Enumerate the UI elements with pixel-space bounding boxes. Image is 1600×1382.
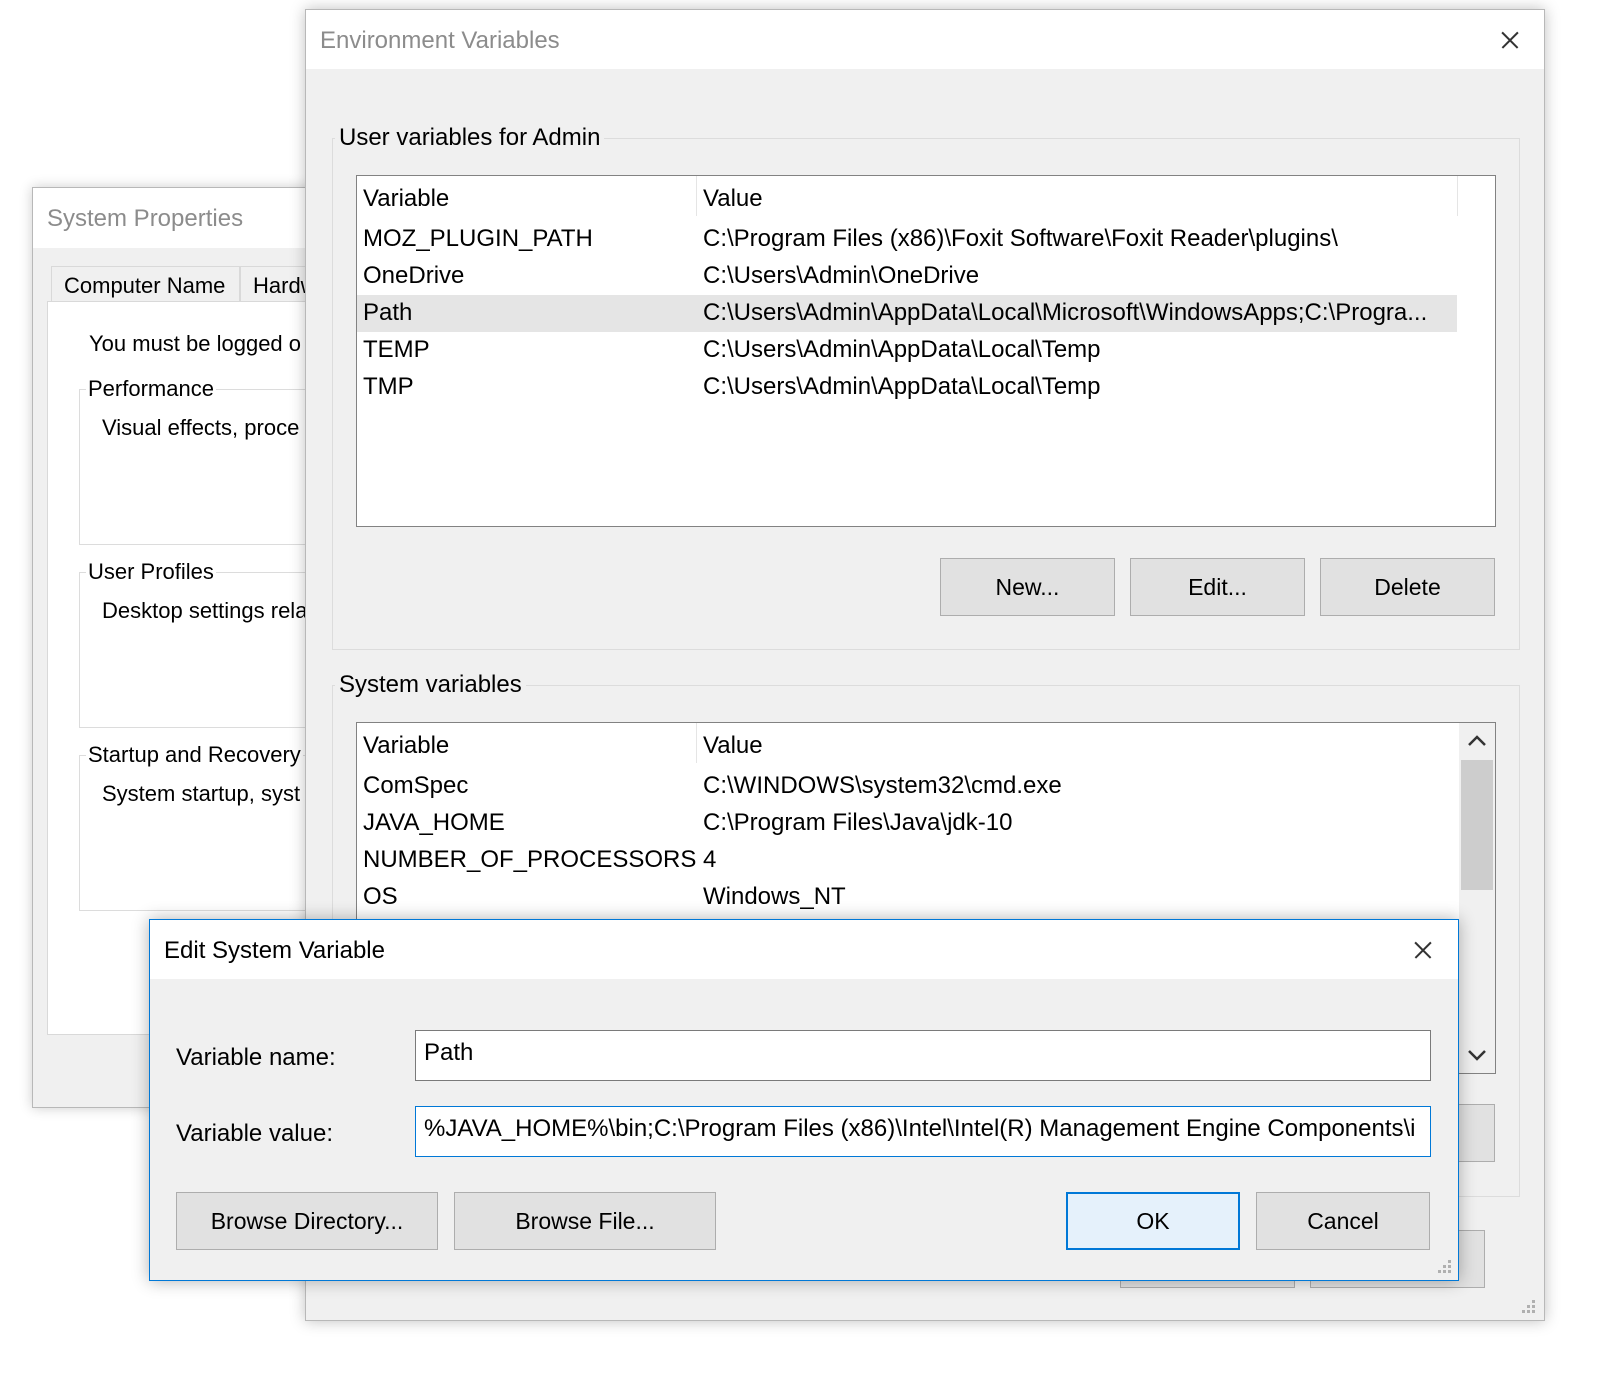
startup-recovery-desc: System startup, syst [102, 781, 301, 806]
vertical-scrollbar[interactable] [1459, 723, 1495, 1073]
variable-value: C:\Users\Admin\AppData\Local\Temp [703, 336, 1101, 363]
scroll-thumb[interactable] [1461, 760, 1493, 890]
variable-value-text: %JAVA_HOME%\bin;C:\Program Files (x86)\I… [424, 1115, 1416, 1142]
performance-desc: Visual effects, proce [102, 415, 300, 440]
user-variables-label: User variables for Admin [335, 124, 605, 152]
cancel-button[interactable]: Cancel [1256, 1192, 1430, 1250]
variable-name: JAVA_HOME [363, 809, 505, 836]
variable-name: OneDrive [363, 262, 465, 289]
close-icon[interactable] [1495, 25, 1525, 55]
tab-computer-name[interactable]: Computer Name [51, 266, 240, 302]
delete-button[interactable]: Delete [1320, 558, 1495, 616]
variable-value: C:\Users\Admin\AppData\Local\Microsoft\W… [703, 299, 1428, 326]
variable-name: Path [363, 299, 413, 326]
startup-recovery-label: Startup and Recovery [86, 742, 303, 768]
user-profiles-desc: Desktop settings rela [102, 598, 308, 623]
system-properties-titlebar[interactable]: System Properties [33, 188, 331, 248]
variable-name: OS [363, 883, 398, 910]
user-variables-list[interactable]: Variable Value MOZ_PLUGIN_PATH C:\Progra… [356, 175, 1496, 527]
logged-on-text: You must be logged o [89, 331, 302, 356]
variable-value: C:\Users\Admin\OneDrive [703, 262, 980, 289]
variable-name: MOZ_PLUGIN_PATH [363, 225, 593, 252]
column-header-value[interactable]: Value [703, 185, 763, 213]
table-row[interactable]: OS Windows_NT [357, 879, 1457, 916]
resize-grip-icon[interactable] [1518, 1296, 1538, 1316]
table-row[interactable]: JAVA_HOME C:\Program Files\Java\jdk-10 [357, 805, 1457, 842]
variable-value: C:\Program Files (x86)\Foxit Software\Fo… [703, 225, 1338, 252]
dialog-title: Edit System Variable [164, 937, 385, 964]
new-button[interactable]: New... [940, 558, 1115, 616]
close-icon[interactable] [1408, 935, 1438, 965]
window-title: System Properties [47, 205, 244, 232]
variable-value-input[interactable]: %JAVA_HOME%\bin;C:\Program Files (x86)\I… [415, 1106, 1431, 1157]
table-row[interactable]: MOZ_PLUGIN_PATH C:\Program Files (x86)\F… [357, 221, 1457, 258]
variable-value: 4 [703, 846, 717, 873]
column-header-variable[interactable]: Variable [363, 732, 449, 760]
column-header-value[interactable]: Value [703, 732, 763, 760]
env-titlebar[interactable]: Environment Variables [306, 10, 1544, 69]
variable-name-label: Variable name: [176, 1044, 336, 1071]
system-variables-label: System variables [335, 671, 526, 699]
variable-name: NUMBER_OF_PROCESSORS [363, 846, 697, 873]
browse-file-button[interactable]: Browse File... [454, 1192, 716, 1250]
table-row[interactable]: TEMP C:\Users\Admin\AppData\Local\Temp [357, 332, 1457, 369]
table-row[interactable]: NUMBER_OF_PROCESSORS 4 [357, 842, 1457, 879]
edit-system-variable-dialog: Edit System Variable Variable name: Path… [149, 919, 1459, 1281]
table-row-selected[interactable]: Path C:\Users\Admin\AppData\Local\Micros… [357, 295, 1457, 332]
variable-value: Windows_NT [703, 883, 846, 910]
window-title: Environment Variables [320, 27, 560, 54]
edit-button[interactable]: Edit... [1130, 558, 1305, 616]
tab-label: Computer Name [64, 273, 226, 298]
scroll-up-arrow[interactable] [1459, 723, 1495, 759]
variable-name: TMP [363, 373, 414, 400]
scroll-down-arrow[interactable] [1459, 1037, 1495, 1073]
variable-name: ComSpec [363, 772, 469, 799]
resize-grip-icon[interactable] [1434, 1256, 1454, 1276]
variable-name-value: Path [424, 1039, 474, 1066]
column-header-variable[interactable]: Variable [363, 185, 449, 213]
variable-value: C:\Users\Admin\AppData\Local\Temp [703, 373, 1101, 400]
variable-value: C:\Program Files\Java\jdk-10 [703, 809, 1013, 836]
user-profiles-label: User Profiles [86, 559, 216, 585]
variable-value-label: Variable value: [176, 1120, 333, 1147]
browse-directory-button[interactable]: Browse Directory... [176, 1192, 438, 1250]
edit-dialog-titlebar[interactable]: Edit System Variable [150, 920, 1458, 979]
list-header: Variable Value [357, 723, 1457, 763]
list-header: Variable Value [357, 176, 1458, 216]
table-row[interactable]: TMP C:\Users\Admin\AppData\Local\Temp [357, 369, 1457, 406]
table-row[interactable]: ComSpec C:\WINDOWS\system32\cmd.exe [357, 768, 1457, 805]
variable-value: C:\WINDOWS\system32\cmd.exe [703, 772, 1062, 799]
variable-name-input[interactable]: Path [415, 1030, 1431, 1081]
performance-label: Performance [86, 376, 216, 402]
table-row[interactable]: OneDrive C:\Users\Admin\OneDrive [357, 258, 1457, 295]
variable-name: TEMP [363, 336, 430, 363]
ok-button[interactable]: OK [1066, 1192, 1240, 1250]
